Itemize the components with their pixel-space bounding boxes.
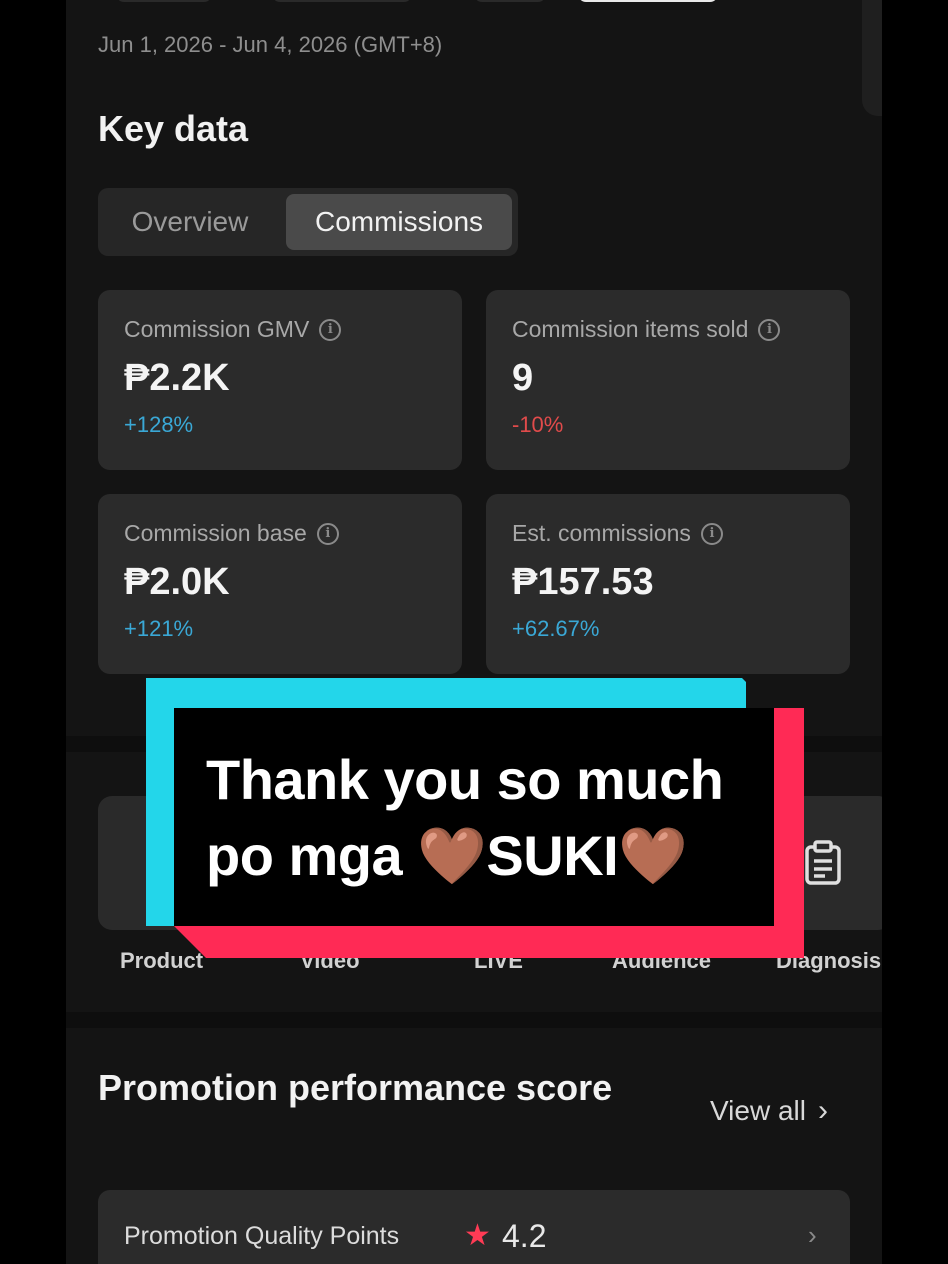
caption-text: Thank you so much po mga 🤎SUKI🤎: [206, 742, 766, 894]
view-all-link[interactable]: View all ›: [710, 1094, 828, 1128]
metric-change: +62.67%: [512, 616, 600, 641]
metric-value: ₱157.53: [512, 561, 654, 603]
quality-points-label: Promotion Quality Points: [124, 1222, 400, 1250]
chevron-right-icon: ›: [817, 1094, 828, 1127]
metric-value: ₱2.0K: [124, 561, 230, 603]
brown-heart-icon: 🤎: [417, 824, 487, 887]
metric-change: +128%: [124, 412, 194, 437]
chevron-right-icon: ›: [808, 1220, 817, 1250]
metric-card-est-commissions[interactable]: Est. commissions i ₱157.53 +62.67%: [486, 494, 850, 674]
metric-card-commission-base[interactable]: Commission base i ₱2.0K +121%: [98, 494, 462, 674]
info-icon[interactable]: i: [700, 522, 723, 545]
section-title-key-data: Key data: [98, 108, 249, 149]
metric-card-commission-items-sold[interactable]: Commission items sold i 9 -10%: [486, 290, 850, 470]
date-range: Jun 1, 2026 - Jun 4, 2026 (GMT+8): [98, 32, 443, 57]
metric-change: +121%: [124, 616, 194, 641]
metric-label: Commission GMV: [124, 316, 310, 342]
quality-score: 4.2: [502, 1218, 547, 1254]
metric-label: Commission base: [124, 520, 307, 546]
section-title-promotion-score: Promotion performance score: [98, 1067, 613, 1108]
filter-pill[interactable]: [474, 0, 546, 2]
metric-label-wrap: Est. commissions i: [512, 520, 824, 547]
metric-label-wrap: Commission items sold i: [512, 316, 824, 343]
metric-label-wrap: Commission base i: [124, 520, 436, 547]
filter-pill[interactable]: [116, 0, 212, 2]
metric-label: Commission items sold: [512, 316, 749, 342]
side-panel-edge: [862, 0, 882, 116]
view-all-label: View all: [710, 1095, 806, 1126]
section-divider: [66, 1012, 882, 1028]
metric-label: Est. commissions: [512, 520, 691, 546]
metric-value: 9: [512, 357, 534, 399]
metric-value: ₱2.2K: [124, 357, 230, 399]
filter-pill[interactable]: [272, 0, 412, 2]
caption-line-1: Thank you so much: [206, 748, 724, 811]
metric-card-commission-gmv[interactable]: Commission GMV i ₱2.2K +128%: [98, 290, 462, 470]
caption-line-2-prefix: po mga: [206, 824, 418, 887]
key-data-tabs: Overview Commissions: [98, 188, 518, 256]
tab-commissions[interactable]: Commissions: [286, 194, 512, 250]
promotion-quality-card[interactable]: Promotion Quality Points ★ 4.2 ›: [98, 1190, 850, 1264]
app-screen: Jun 1, 2026 - Jun 4, 2026 (GMT+8) Key da…: [66, 0, 882, 1264]
info-icon[interactable]: i: [319, 318, 342, 341]
caption-line-2: po mga 🤎SUKI🤎: [206, 818, 766, 894]
tab-overview[interactable]: Overview: [106, 194, 274, 250]
metric-label-wrap: Commission GMV i: [124, 316, 436, 343]
caption-word-suki: SUKI: [486, 824, 619, 887]
top-filter-pills: [66, 0, 882, 6]
metric-change: -10%: [512, 412, 564, 437]
info-icon[interactable]: i: [758, 318, 781, 341]
brown-heart-icon: 🤎: [618, 824, 688, 887]
filter-pill-selected[interactable]: [578, 0, 718, 2]
star-icon: ★: [464, 1219, 491, 1252]
info-icon[interactable]: i: [316, 522, 339, 545]
